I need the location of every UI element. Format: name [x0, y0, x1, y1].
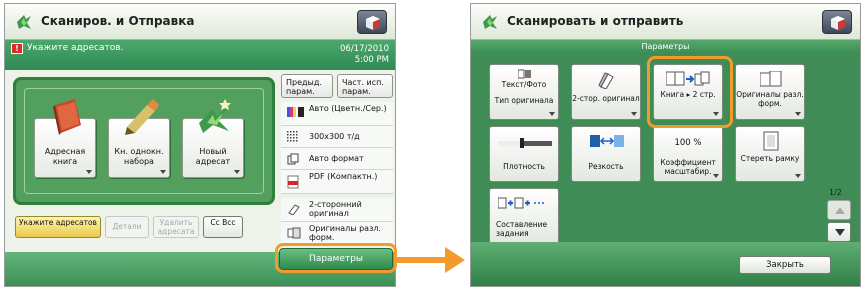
- resolution-icon: [287, 131, 299, 143]
- date-text: 06/17/2010: [340, 44, 389, 54]
- erase-frame-button[interactable]: Стереть рамку: [735, 126, 805, 182]
- arrow-down-icon: [835, 229, 845, 236]
- original-type-top-label: Текст/Фото: [501, 80, 547, 89]
- scan-size-icon: [287, 153, 299, 165]
- one-touch-label: Кн. однокн. набора: [114, 147, 164, 166]
- file-format-setting[interactable]: PDF (Компактн.): [281, 170, 393, 194]
- erase-frame-icon: [763, 131, 779, 151]
- chevron-down-icon: [86, 170, 92, 174]
- original-type-button[interactable]: Текст/Фото Тип оригинала: [489, 64, 559, 120]
- chevron-down-icon: [795, 174, 801, 178]
- job-build-button[interactable]: Составление задания: [489, 188, 559, 244]
- title-bar: Сканиров. и Отправка: [5, 4, 395, 40]
- duplex-original-label: 2-сторонний оригинал: [309, 200, 362, 218]
- original-type-label: Тип оригинала: [494, 96, 554, 105]
- page-indicator: 1/2: [829, 188, 842, 197]
- cube-icon: [366, 16, 380, 30]
- pdf-icon: [287, 175, 299, 189]
- flow-arrow-shaft: [396, 257, 446, 263]
- arrow-up-icon: [835, 207, 845, 214]
- duplex-original-label: 2-стор. оригинал: [572, 94, 640, 103]
- delete-destination-button[interactable]: Удалить адресата: [153, 216, 199, 238]
- options-highlight: [275, 243, 397, 273]
- file-format-label: PDF (Компактн.): [309, 172, 378, 181]
- right-screen: Сканировать и отправить Параметры Текст/…: [470, 3, 861, 287]
- flow-arrow-head: [445, 247, 465, 273]
- options-subtitle: Параметры: [471, 40, 860, 54]
- job-build-label: Составление задания: [496, 220, 548, 238]
- scroll-up-button[interactable]: [827, 200, 851, 220]
- color-mode-icon: [287, 107, 304, 117]
- screen-title: Сканировать и отправить: [507, 14, 684, 28]
- new-destination-button[interactable]: Новый адресат: [182, 99, 244, 178]
- new-destination-label: Новый адресат: [195, 147, 231, 166]
- chevron-down-icon: [160, 170, 166, 174]
- chevron-down-icon: [549, 112, 555, 116]
- close-button[interactable]: Закрыть: [739, 256, 831, 274]
- sharpness-button[interactable]: Резкость: [571, 126, 641, 182]
- status-message: Укажите адресатов.: [27, 43, 124, 53]
- cc-bcc-button[interactable]: Cc Bcc: [203, 216, 243, 238]
- resolution-label: 300x300 т/д: [309, 132, 360, 141]
- scan-size-label: Авто формат: [309, 154, 364, 163]
- one-touch-button[interactable]: Кн. однокн. набора: [108, 99, 170, 178]
- cube-icon: [831, 16, 845, 30]
- previous-settings-button[interactable]: Предыд. парам.: [281, 74, 333, 98]
- job-build-icon: [498, 197, 544, 209]
- date-time: 06/17/2010 5:00 PM: [340, 44, 389, 66]
- scan-send-logo-icon: [483, 15, 497, 29]
- new-destination-icon: [199, 99, 231, 133]
- duplex-original-setting[interactable]: 2-сторонний оригинал: [281, 198, 393, 222]
- scan-size-setting[interactable]: Авто формат: [281, 148, 393, 170]
- different-size-originals-label: Оригиналы разл. форм.: [736, 90, 804, 108]
- screen-title: Сканиров. и Отправка: [41, 14, 195, 28]
- zoom-button[interactable]: 100 % Коэффициент масштабир.: [653, 126, 723, 182]
- duplex-original-icon: [288, 204, 300, 215]
- original-type-icon: [518, 69, 531, 79]
- chevron-down-icon: [631, 112, 637, 116]
- chevron-down-icon: [713, 174, 719, 178]
- address-book-icon: [53, 99, 81, 135]
- different-sizes-icon: [760, 71, 782, 87]
- book-button-highlight: [647, 56, 733, 128]
- chevron-down-icon: [795, 112, 801, 116]
- one-touch-icon: [125, 99, 159, 135]
- details-button[interactable]: Детали: [105, 216, 149, 238]
- color-mode-setting[interactable]: Авто (Цветн./Сер.): [281, 102, 393, 126]
- erase-frame-label: Стереть рамку: [740, 154, 800, 163]
- favorite-settings-button[interactable]: Част. исп. парам.: [337, 74, 393, 98]
- title-bar: Сканировать и отправить: [471, 4, 860, 40]
- status-monitor-button[interactable]: [822, 10, 852, 34]
- density-label: Плотность: [503, 162, 545, 171]
- different-size-originals-label: Оригиналы разл. форм.: [309, 224, 381, 242]
- density-slider-icon: [498, 138, 552, 148]
- time-text: 5:00 PM: [354, 55, 389, 65]
- scan-send-logo-icon: [17, 15, 31, 29]
- duplex-original-button[interactable]: 2-стор. оригинал: [571, 64, 641, 120]
- different-size-originals-button[interactable]: Оригиналы разл. форм.: [735, 64, 805, 120]
- address-book-button[interactable]: Адресная книга: [34, 99, 96, 178]
- sharpness-icon: [590, 135, 624, 147]
- zoom-value: 100 %: [674, 138, 702, 148]
- sharpness-label: Резкость: [588, 162, 624, 171]
- status-monitor-button[interactable]: [357, 10, 387, 34]
- zoom-label: Коэффициент масштабир.: [660, 158, 716, 176]
- address-book-label: Адресная книга: [44, 147, 86, 166]
- warning-icon: !: [11, 43, 23, 54]
- specify-destinations-button[interactable]: Укажите адресатов: [15, 216, 101, 238]
- color-mode-label: Авто (Цветн./Сер.): [309, 104, 387, 113]
- density-button[interactable]: Плотность: [489, 126, 559, 182]
- duplex-icon: [598, 72, 614, 89]
- status-bar: ! Укажите адресатов. 06/17/2010 5:00 PM: [5, 40, 395, 70]
- scroll-down-button[interactable]: [827, 222, 851, 242]
- different-size-originals-icon: [287, 227, 301, 239]
- close-label: Закрыть: [766, 260, 804, 270]
- chevron-down-icon: [234, 170, 240, 174]
- resolution-setting[interactable]: 300x300 т/д: [281, 126, 393, 148]
- destination-panel: Адресная книга Кн. однокн. набора Новый …: [13, 77, 275, 205]
